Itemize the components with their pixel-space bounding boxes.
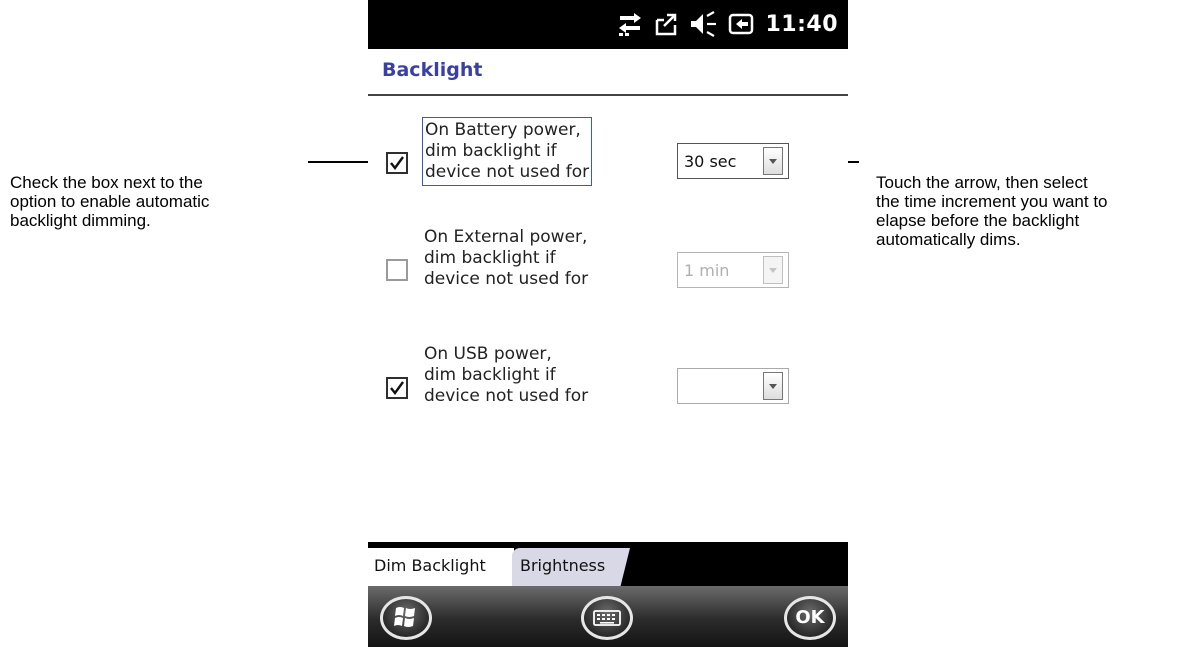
left-callout-line: Check the box next to the bbox=[10, 173, 203, 192]
page-title: Backlight bbox=[382, 59, 483, 81]
label-line: On Battery power, bbox=[425, 120, 581, 140]
battery-dim-label[interactable]: On Battery power, dim backlight if devic… bbox=[421, 117, 593, 186]
keyboard-button[interactable] bbox=[581, 596, 633, 640]
external-timeout-value: 1 min bbox=[684, 261, 730, 280]
usb-dim-label[interactable]: On USB power, dim backlight if device no… bbox=[424, 344, 588, 407]
label-line: On USB power, bbox=[424, 344, 552, 364]
usb-dim-checkbox[interactable] bbox=[386, 377, 408, 399]
right-callout-line: Touch the arrow, then select bbox=[876, 173, 1088, 192]
label-line: device not used for bbox=[424, 386, 589, 406]
right-callout-line: automatically dims. bbox=[876, 230, 1021, 249]
battery-dim-checkbox[interactable] bbox=[386, 152, 408, 174]
status-clock[interactable]: 11:40 bbox=[765, 12, 838, 37]
tab-brightness[interactable]: Brightness bbox=[512, 548, 630, 586]
usb-timeout-select[interactable] bbox=[677, 368, 789, 404]
battery-timeout-select[interactable]: 30 sec bbox=[677, 143, 789, 179]
usb-timeout-dropdown-button[interactable] bbox=[763, 372, 783, 400]
label-line: device not used for bbox=[425, 162, 590, 182]
external-timeout-select[interactable]: 1 min bbox=[677, 252, 789, 288]
external-dim-checkbox[interactable] bbox=[386, 259, 408, 281]
power-icon[interactable] bbox=[727, 11, 755, 37]
battery-timeout-value: 30 sec bbox=[684, 152, 737, 171]
external-dim-label[interactable]: On External power, dim backlight if devi… bbox=[424, 227, 588, 290]
speaker-icon[interactable] bbox=[689, 11, 717, 37]
start-button[interactable] bbox=[380, 596, 432, 640]
chevron-down-icon bbox=[769, 384, 777, 389]
ok-button[interactable]: OK bbox=[784, 596, 836, 640]
right-callout-line: the time increment you want to bbox=[876, 192, 1108, 211]
notification-icon[interactable] bbox=[653, 11, 679, 37]
external-timeout-dropdown-button[interactable] bbox=[763, 256, 783, 284]
label-line: dim backlight if bbox=[424, 365, 556, 385]
checkmark-icon bbox=[390, 156, 404, 170]
left-callout: Check the box next to the option to enab… bbox=[10, 173, 209, 230]
checkmark-icon bbox=[390, 381, 404, 395]
right-callout-line: elapse before the backlight bbox=[876, 211, 1080, 230]
chevron-down-icon bbox=[769, 159, 777, 164]
device-screen: 11:40 Backlight On Battery power, dim ba… bbox=[368, 0, 848, 647]
left-callout-line: backlight dimming. bbox=[10, 211, 151, 230]
status-bar: 11:40 bbox=[368, 0, 848, 49]
label-line: dim backlight if bbox=[425, 141, 557, 161]
ok-button-label: OK bbox=[795, 607, 825, 628]
label-line: dim backlight if bbox=[424, 248, 556, 268]
windows-start-icon bbox=[394, 607, 415, 627]
label-line: On External power, bbox=[424, 227, 588, 247]
battery-timeout-dropdown-button[interactable] bbox=[763, 147, 783, 175]
label-line: device not used for bbox=[424, 269, 589, 289]
keyboard-icon bbox=[593, 610, 621, 626]
tab-dim-backlight[interactable]: Dim Backlight bbox=[368, 548, 514, 586]
chevron-down-icon bbox=[769, 268, 777, 273]
title-divider bbox=[368, 94, 848, 96]
right-callout: Touch the arrow, then select the time in… bbox=[876, 173, 1108, 249]
left-callout-line: option to enable automatic bbox=[10, 192, 210, 211]
connectivity-icon[interactable] bbox=[617, 11, 643, 37]
